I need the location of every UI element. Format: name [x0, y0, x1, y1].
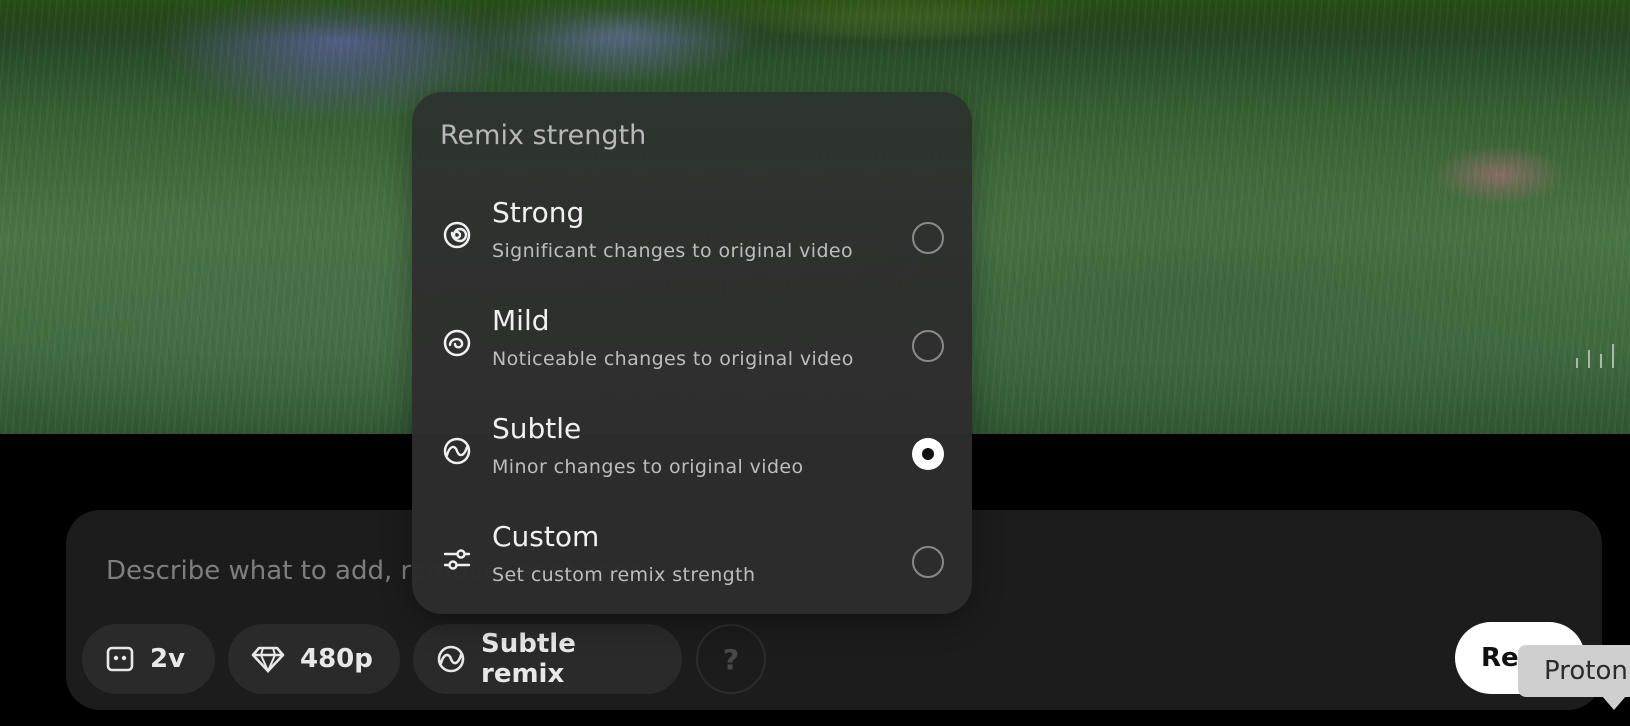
menu-title: Remix strength [440, 120, 647, 151]
radio-strong[interactable] [912, 222, 944, 254]
radio-subtle[interactable] [912, 438, 944, 470]
spiral-strong-icon [443, 221, 471, 249]
menu-item-description: Set custom remix strength [492, 564, 756, 586]
remix-chip-label: Subtle remix [481, 629, 576, 689]
proton-tooltip: Proton [1518, 645, 1630, 697]
spiral-mild-icon [443, 329, 471, 357]
menu-item-description: Significant changes to original video [492, 240, 854, 262]
sliders-icon [443, 549, 471, 570]
variants-label: 2v [150, 644, 186, 674]
menu-item-title: Strong [492, 196, 585, 229]
tooltip-text: Proton [1544, 656, 1628, 686]
resolution-chip[interactable]: 480p [228, 624, 400, 694]
menu-item-strong[interactable]: Strong Significant changes to original v… [412, 190, 972, 298]
variants-chip[interactable]: 2v [82, 624, 215, 694]
menu-item-description: Noticeable changes to original video [492, 348, 854, 370]
spiral-subtle-icon [437, 645, 465, 673]
radio-mild[interactable] [912, 330, 944, 362]
variants-icon [106, 646, 134, 672]
spiral-subtle-icon [443, 437, 471, 465]
menu-item-description: Minor changes to original video [492, 456, 804, 478]
timeline-ticks [1576, 340, 1630, 368]
tooltip-tail [1602, 696, 1626, 710]
remix-strength-chip[interactable]: Subtle remix [413, 624, 682, 694]
help-button[interactable]: ? [696, 624, 766, 694]
diamond-icon [251, 646, 285, 674]
menu-item-mild[interactable]: Mild Noticeable changes to original vide… [412, 298, 972, 406]
menu-item-subtle[interactable]: Subtle Minor changes to original video [412, 406, 972, 514]
menu-item-custom[interactable]: Custom Set custom remix strength [412, 514, 972, 622]
menu-item-title: Mild [492, 304, 550, 337]
menu-item-title: Custom [492, 520, 600, 553]
radio-custom[interactable] [912, 546, 944, 578]
remix-strength-menu: Remix strength Strong Significant change… [412, 92, 972, 614]
menu-item-title: Subtle [492, 412, 582, 445]
resolution-label: 480p [300, 644, 373, 674]
